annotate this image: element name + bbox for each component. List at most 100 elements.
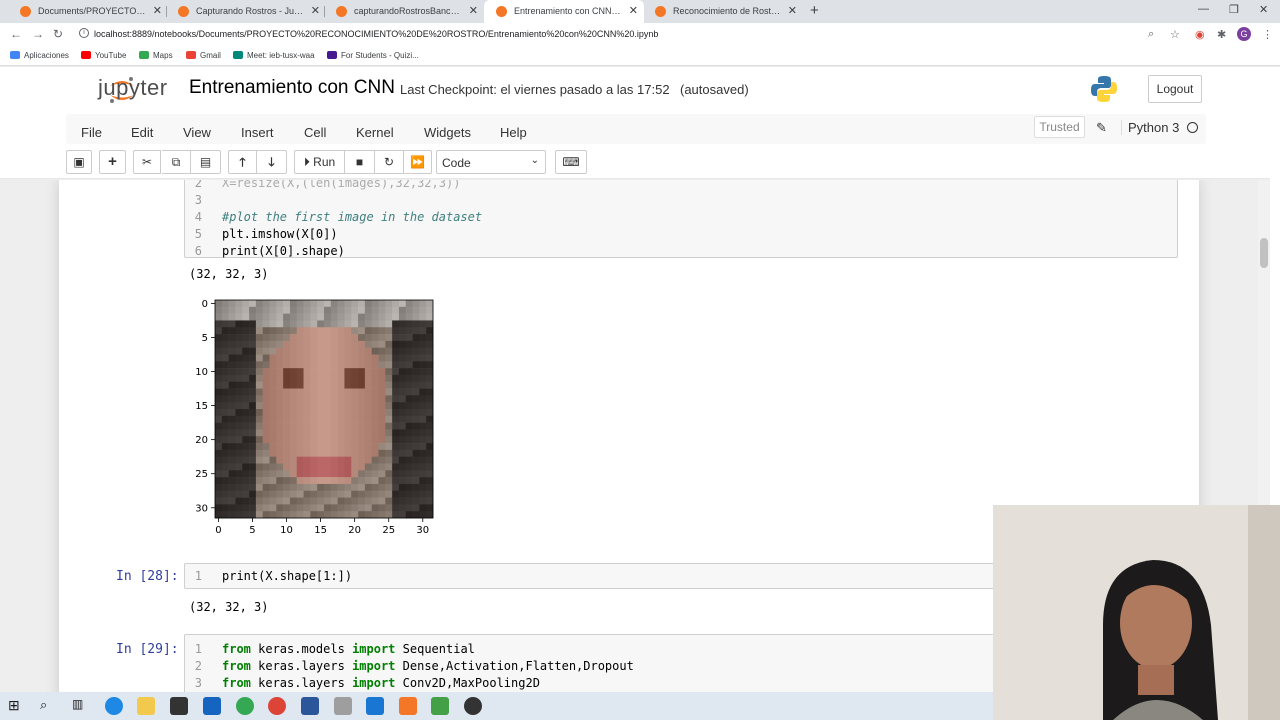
chrome-icon[interactable]	[236, 697, 254, 715]
back-icon[interactable]: ←	[10, 27, 22, 41]
image-pixel	[276, 477, 284, 485]
restart-button[interactable]: ↻	[375, 150, 404, 174]
menu-edit[interactable]: Edit	[131, 125, 153, 140]
forward-icon[interactable]: →	[32, 27, 44, 41]
youtube-icon	[81, 51, 91, 59]
cell-type-select[interactable]: Code ⌄	[436, 150, 546, 174]
bookmark-maps[interactable]: Maps	[139, 51, 173, 60]
bookmark-youtube[interactable]: YouTube	[81, 51, 126, 60]
url-field[interactable]: localhost:8889/notebooks/Documents/PROYE…	[94, 29, 658, 39]
interrupt-button[interactable]: ■	[345, 150, 375, 174]
minimize-icon[interactable]: —	[1198, 3, 1209, 15]
browser-tab-5[interactable]: Reconocimiento de Rostro-prob ✕	[643, 0, 803, 23]
image-pixel	[412, 415, 420, 423]
image-pixel	[385, 402, 393, 410]
bookmark-apps[interactable]: Aplicaciones	[10, 51, 69, 60]
close-icon[interactable]: ✕	[629, 4, 638, 17]
search-icon[interactable]: ⌕	[40, 697, 58, 715]
jupyter-wordmark[interactable]: jupyter	[98, 75, 168, 101]
image-pixel	[398, 456, 407, 464]
image-pixel	[303, 470, 311, 478]
bookmark-meet[interactable]: Meet: ieb-tusx-waa	[233, 51, 315, 60]
trusted-indicator[interactable]: Trusted	[1034, 116, 1085, 138]
menu-cell[interactable]: Cell	[304, 125, 326, 140]
image-pixel	[385, 347, 393, 355]
close-window-icon[interactable]: ✕	[1259, 3, 1268, 16]
restore-icon[interactable]: ❐	[1229, 3, 1239, 16]
mail-icon[interactable]	[203, 697, 221, 715]
bookmark-gmail[interactable]: Gmail	[186, 51, 221, 60]
jupyter-taskbar-icon[interactable]	[399, 697, 417, 715]
image-pixel	[337, 497, 345, 505]
new-tab-icon[interactable]: +	[810, 2, 819, 19]
browser-tab-4-active[interactable]: Entrenamiento con CNN - Jupyte ✕	[484, 0, 644, 23]
cut-button[interactable]: ✂	[133, 150, 161, 174]
profile-avatar[interactable]: G	[1237, 27, 1251, 41]
image-pixel	[242, 504, 250, 512]
logout-button[interactable]: Logout	[1148, 75, 1202, 103]
close-icon[interactable]: ✕	[788, 4, 797, 17]
close-icon[interactable]: ✕	[469, 4, 478, 17]
menu-kernel[interactable]: Kernel	[356, 125, 394, 140]
word-icon[interactable]	[301, 697, 319, 715]
app-green-icon[interactable]	[431, 697, 449, 715]
task-view-icon[interactable]: ▥	[72, 697, 90, 715]
menu-file[interactable]: File	[81, 125, 102, 140]
notebook-title[interactable]: Entrenamiento con CNN	[189, 77, 395, 99]
restart-run-all-button[interactable]: ⏩	[404, 150, 432, 174]
image-pixel	[351, 429, 359, 437]
puzzle-icon[interactable]: ✱	[1217, 28, 1226, 41]
file-explorer-icon[interactable]	[137, 697, 155, 715]
chrome-profile-icon[interactable]	[268, 697, 286, 715]
image-pixel	[337, 347, 345, 355]
move-up-button[interactable]: 🡑	[228, 150, 257, 174]
paste-button[interactable]: ▤	[191, 150, 221, 174]
menu-insert[interactable]: Insert	[241, 125, 274, 140]
webcam-person-image	[993, 505, 1280, 720]
extension-icon[interactable]: ◉	[1195, 28, 1205, 41]
pencil-icon[interactable]: ✎	[1096, 120, 1107, 136]
image-pixel	[303, 354, 311, 362]
browser-tab-3[interactable]: capturandoRostrosBancoDeIma ✕	[324, 0, 484, 23]
code-cell[interactable]: 2 X=resize(X,(len(images),32,32,3)) 3 4 …	[184, 180, 1178, 258]
image-pixel	[269, 388, 277, 396]
browser-tab-2[interactable]: Capturando Rostros - Jupyter No ✕	[166, 0, 326, 23]
image-pixel	[330, 354, 338, 362]
image-pixel	[228, 429, 236, 437]
more-icon[interactable]: ⋮	[1262, 28, 1273, 41]
bookmark-quizizz[interactable]: For Students - Quizi...	[327, 51, 419, 60]
zoom-icon[interactable]: ⌕	[1148, 28, 1154, 41]
copy-button[interactable]: ⧉	[162, 150, 191, 174]
apps-grid-icon	[10, 51, 20, 59]
windows-start-icon[interactable]: ⊞	[8, 697, 26, 715]
bookmark-star-icon[interactable]: ☆	[1170, 28, 1180, 41]
menu-widgets[interactable]: Widgets	[424, 125, 471, 140]
image-pixel	[426, 436, 434, 444]
move-down-button[interactable]: 🡓	[257, 150, 287, 174]
image-pixel	[255, 347, 263, 355]
app-icon[interactable]	[334, 697, 352, 715]
save-button[interactable]: ▣	[66, 150, 92, 174]
edge-icon[interactable]	[105, 697, 123, 715]
image-pixel	[392, 449, 400, 457]
browser-tab-1[interactable]: Documents/PROYECTO RECONO ✕	[8, 0, 168, 23]
scrollbar-thumb[interactable]	[1260, 238, 1268, 268]
command-palette-button[interactable]: ⌨	[555, 150, 587, 174]
store-icon[interactable]	[170, 697, 188, 715]
image-pixel	[296, 347, 304, 355]
github-icon[interactable]	[464, 697, 482, 715]
insert-cell-button[interactable]: +	[99, 150, 126, 174]
image-pixel	[235, 422, 243, 430]
info-icon[interactable]: i	[79, 28, 89, 38]
image-pixel	[324, 313, 332, 321]
photos-icon[interactable]	[366, 697, 384, 715]
close-icon[interactable]: ✕	[311, 4, 320, 17]
menu-view[interactable]: View	[183, 125, 211, 140]
menu-help[interactable]: Help	[500, 125, 527, 140]
image-pixel	[228, 381, 236, 389]
close-icon[interactable]: ✕	[153, 4, 162, 17]
reload-icon[interactable]: ↻	[53, 27, 63, 41]
checkpoint-status: Last Checkpoint: el viernes pasado a las…	[400, 82, 670, 97]
image-pixel	[317, 490, 325, 498]
run-button[interactable]: ⏵ Run	[294, 150, 345, 174]
